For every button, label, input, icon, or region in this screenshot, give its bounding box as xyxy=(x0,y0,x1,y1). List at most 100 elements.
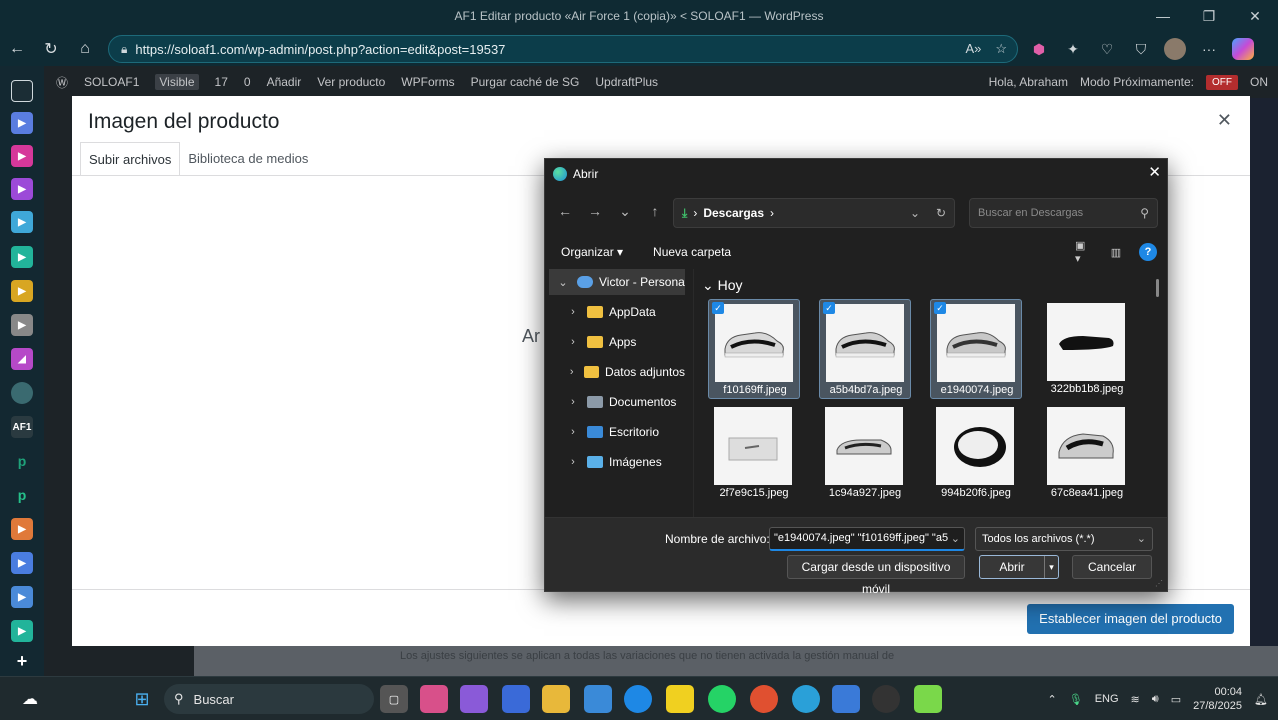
recent-locations-icon[interactable]: ⌄ xyxy=(613,199,637,223)
tab-icon[interactable]: ▶ xyxy=(11,314,33,336)
weather-icon[interactable]: ☁ xyxy=(16,685,44,713)
more-menu-icon[interactable]: ··· xyxy=(1198,38,1220,60)
volume-icon[interactable]: 🔊︎ xyxy=(1152,693,1159,706)
notification-bell-icon[interactable]: 🔔︎ xyxy=(1254,693,1268,706)
tab-icon[interactable]: ▶ xyxy=(11,552,33,574)
view-mode-icon[interactable]: ▣ ▾ xyxy=(1075,240,1093,265)
file-item[interactable]: 67c8ea41.jpeg xyxy=(1041,403,1133,503)
read-aloud-icon[interactable]: A» xyxy=(965,41,981,57)
tab-icon[interactable]: ▶ xyxy=(11,518,33,540)
chevron-down-icon[interactable]: ⌄ xyxy=(951,532,960,545)
path-segment[interactable]: Descargas xyxy=(703,206,764,220)
set-product-image-button[interactable]: Establecer imagen del producto xyxy=(1027,604,1234,634)
purge-cache-link[interactable]: Purgar caché de SG xyxy=(471,75,580,89)
tree-item-onedrive[interactable]: ⌄ Victor - Persona xyxy=(549,269,685,295)
app-icon[interactable] xyxy=(420,685,448,713)
file-item[interactable]: 1c94a927.jpeg xyxy=(819,403,911,503)
file-item[interactable]: ✓ f10169ff.jpeg xyxy=(708,299,800,399)
open-dropdown-icon[interactable]: ▾ xyxy=(1044,556,1058,578)
dialog-search-input[interactable]: Buscar en Descargas ⚲ xyxy=(969,198,1158,228)
new-tab-plus-icon[interactable]: + xyxy=(11,650,33,672)
tab-upload-files[interactable]: Subir archivos xyxy=(80,142,181,176)
tree-item-attachments[interactable]: › Datos adjuntos xyxy=(549,359,685,385)
checkbox-checked-icon[interactable]: ✓ xyxy=(934,302,946,314)
upload-from-mobile-button[interactable]: Cargar desde un dispositivo móvil xyxy=(787,555,965,596)
store-icon[interactable] xyxy=(584,685,612,713)
resize-grip-icon[interactable]: ⋰ xyxy=(1155,579,1163,588)
close-window-icon[interactable]: ✕ xyxy=(1232,0,1278,32)
file-explorer-icon[interactable] xyxy=(542,685,570,713)
add-new-link[interactable]: Añadir xyxy=(267,75,302,89)
tab-icon[interactable]: ▶ xyxy=(11,280,33,302)
edge-app-icon[interactable] xyxy=(624,685,652,713)
filename-input[interactable]: "e1940074.jpeg" "f10169ff.jpeg" "a5 ⌄ xyxy=(769,527,965,551)
copilot-icon[interactable] xyxy=(1232,38,1254,60)
tab-icon[interactable]: ▶ xyxy=(11,586,33,608)
pending-count[interactable]: 0 xyxy=(244,75,251,89)
file-grid-scrollbar[interactable] xyxy=(1156,279,1159,297)
tab-icon[interactable]: p xyxy=(11,484,33,506)
wpforms-link[interactable]: WPForms xyxy=(401,75,454,89)
restore-icon[interactable]: ❐ xyxy=(1186,0,1232,32)
coming-soon-off-toggle[interactable]: OFF xyxy=(1206,74,1238,90)
chevron-right-icon[interactable]: › xyxy=(559,306,587,318)
sticky-notes-icon[interactable] xyxy=(666,685,694,713)
task-view-icon[interactable]: ▢ xyxy=(380,685,408,713)
wordpress-logo-icon[interactable]: Ⓦ xyxy=(56,74,68,91)
up-arrow-icon[interactable]: ↑ xyxy=(643,199,667,223)
checkbox-checked-icon[interactable]: ✓ xyxy=(823,302,835,314)
cancel-button[interactable]: Cancelar xyxy=(1072,555,1152,579)
battery-icon[interactable]: ▭ xyxy=(1171,693,1181,706)
wifi-icon[interactable]: ≋ xyxy=(1131,693,1140,706)
tab-af1-icon[interactable]: AF1 xyxy=(11,416,33,438)
home-icon[interactable]: ⌂ xyxy=(68,34,102,64)
chevron-down-icon[interactable]: ⌄ xyxy=(1137,532,1146,545)
tab-icon[interactable]: p xyxy=(11,450,33,472)
file-item[interactable]: ✓ e1940074.jpeg xyxy=(930,299,1022,399)
whatsapp-icon[interactable] xyxy=(708,685,736,713)
tree-item-pictures[interactable]: › Imágenes xyxy=(549,449,685,475)
tab-media-library[interactable]: Biblioteca de medios xyxy=(180,142,316,176)
tree-item-desktop[interactable]: › Escritorio xyxy=(549,419,685,445)
minimize-icon[interactable]: — xyxy=(1140,0,1186,32)
tree-item-documents[interactable]: › Documentos xyxy=(549,389,685,415)
file-item[interactable]: ✓ a5b4bd7a.jpeg xyxy=(819,299,911,399)
chrome-icon[interactable] xyxy=(750,685,778,713)
greeting[interactable]: Hola, Abraham xyxy=(989,75,1068,89)
copilot-app-icon[interactable] xyxy=(460,685,488,713)
checkbox-checked-icon[interactable]: ✓ xyxy=(712,302,724,314)
tab-icon[interactable]: ▶ xyxy=(11,211,33,233)
tab-icon[interactable]: ▶ xyxy=(11,620,33,642)
organize-menu[interactable]: Organizar ▾ xyxy=(561,245,623,259)
path-dropdown-icon[interactable]: ⌄ xyxy=(910,206,920,220)
tree-item-appdata[interactable]: › AppData xyxy=(549,299,685,325)
windows-start-icon[interactable]: ⊞ xyxy=(128,685,156,713)
shield-extension-icon[interactable]: ⬢ xyxy=(1028,38,1050,60)
preview-pane-icon[interactable]: ▥ xyxy=(1107,243,1125,261)
modal-close-icon[interactable]: ✕ xyxy=(1217,110,1232,131)
tab-icon[interactable]: ▶ xyxy=(11,178,33,200)
app-icon[interactable] xyxy=(914,685,942,713)
comments-count[interactable]: 17 xyxy=(215,75,228,89)
updraft-link[interactable]: UpdraftPlus xyxy=(595,75,658,89)
favorite-star-icon[interactable]: ☆ xyxy=(995,41,1007,57)
app-icon[interactable] xyxy=(502,685,530,713)
forward-arrow-icon[interactable]: → xyxy=(583,199,607,223)
chevron-up-icon[interactable]: ⌃ xyxy=(1048,693,1057,706)
help-icon[interactable]: ? xyxy=(1139,243,1157,261)
profile-avatar[interactable] xyxy=(1164,38,1186,60)
chevron-right-icon[interactable]: › xyxy=(559,336,587,348)
chevron-right-icon[interactable]: › xyxy=(559,456,587,468)
tab-icon[interactable]: ▶ xyxy=(11,145,33,167)
chevron-down-icon[interactable]: ⌄ xyxy=(549,276,577,289)
file-type-filter[interactable]: Todos los archivos (*.*) ⌄ xyxy=(975,527,1153,551)
chevron-right-icon[interactable]: › xyxy=(559,396,587,408)
dialog-close-icon[interactable]: ✕ xyxy=(1148,163,1161,181)
tab-icon[interactable] xyxy=(11,382,33,404)
url-text[interactable]: https://soloaf1.com/wp-admin/post.php?ac… xyxy=(135,42,505,57)
back-arrow-icon[interactable]: ← xyxy=(553,199,577,223)
app-icon[interactable] xyxy=(872,685,900,713)
back-icon[interactable]: ← xyxy=(0,34,34,64)
file-item[interactable]: 2f7e9c15.jpeg xyxy=(708,403,800,503)
refresh-icon[interactable]: ↻ xyxy=(936,206,946,220)
